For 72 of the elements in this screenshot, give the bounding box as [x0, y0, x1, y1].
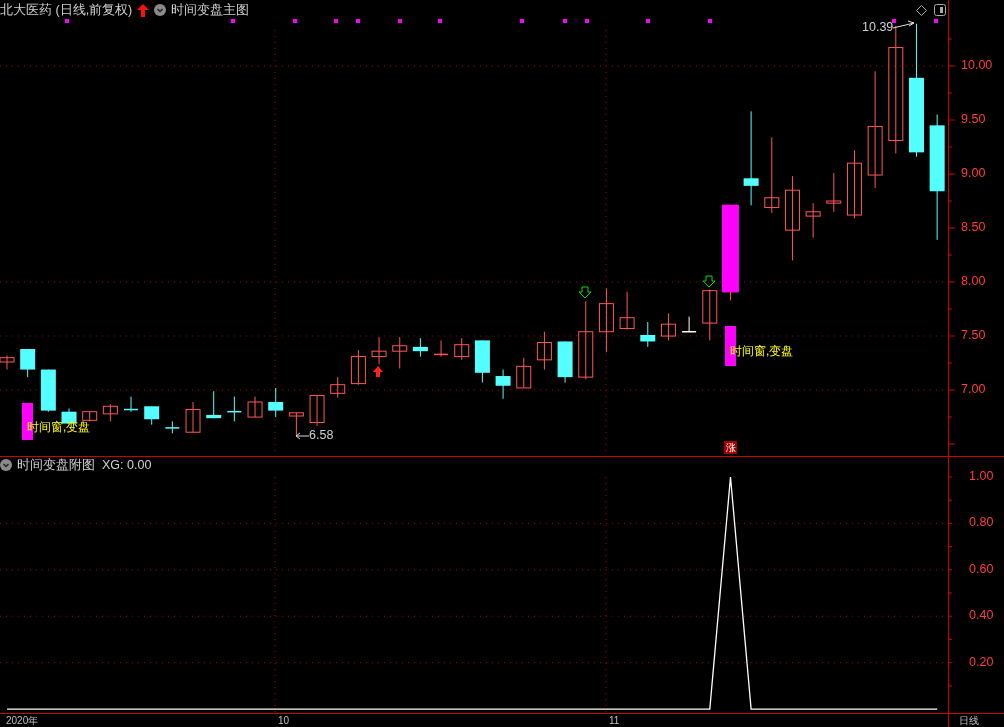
candlestick: [206, 390, 222, 419]
axis-label: 7.00: [961, 382, 986, 398]
candlestick: [247, 396, 263, 418]
chevron-down-icon[interactable]: [0, 459, 12, 471]
pointer-arrow: [892, 20, 915, 29]
axis-label: 0.60: [969, 561, 994, 577]
candlestick: [309, 395, 325, 427]
chevron-down-icon[interactable]: [154, 4, 167, 16]
candlestick: [536, 331, 552, 371]
axis-label: 1.00: [969, 468, 994, 484]
candlestick: [144, 405, 160, 426]
candlestick: [164, 420, 181, 434]
indicator-name[interactable]: 时间变盘主图: [171, 0, 250, 20]
candlestick: [40, 369, 56, 413]
candlestick: [702, 289, 718, 341]
up-badge: 涨: [724, 441, 737, 454]
pointer-arrow: [295, 432, 310, 440]
candlestick: [0, 355, 15, 371]
candlestick: [226, 396, 243, 422]
axis-label: 8.00: [961, 274, 986, 289]
axis-label: 0.20: [969, 654, 994, 670]
candlestick: [846, 149, 862, 219]
axis-label: 9.50: [961, 111, 986, 127]
date-label: 11: [609, 714, 620, 727]
signal-label: 时间窗,变盘: [730, 344, 794, 359]
candlestick: [598, 288, 614, 353]
candlestick: [185, 401, 201, 433]
candlestick: [619, 291, 635, 331]
down-arrow-icon: [702, 275, 716, 288]
series-name: XG: [102, 456, 121, 474]
candlestick: [392, 336, 408, 369]
diamond-icon[interactable]: [916, 5, 927, 16]
candlestick: [20, 348, 36, 378]
date-label: 2020年: [6, 714, 39, 727]
up-arrow-icon: [137, 3, 150, 17]
candlestick: [371, 336, 387, 365]
axis-label: 0.40: [969, 608, 994, 624]
axis-label: 8.50: [961, 220, 986, 235]
indicator-name[interactable]: 时间变盘附图: [17, 455, 95, 475]
period-label: 日线: [959, 714, 979, 727]
down-arrow-icon: [578, 286, 592, 299]
candlestick: [123, 396, 139, 413]
candlestick: [454, 337, 470, 361]
candlestick: [412, 337, 428, 358]
axis-label: 9.00: [961, 165, 986, 181]
candlestick: [82, 411, 98, 422]
signal-label: 时间窗,变盘: [27, 420, 91, 435]
candlestick: [557, 340, 573, 383]
indicator-value: : 0.00: [120, 456, 152, 474]
price-label: 6.58: [309, 428, 334, 443]
chart-title: 北大医药 (日线,前复权): [0, 1, 133, 19]
candlestick: [681, 316, 697, 333]
candlestick: [660, 312, 676, 341]
axis-label: 0.80: [969, 515, 994, 531]
date-label: 10: [278, 714, 290, 727]
candlestick: [102, 403, 118, 422]
candlestick: [330, 376, 346, 399]
panel-toggle-icon[interactable]: [934, 4, 946, 16]
up-arrow-icon: [373, 366, 383, 377]
candlestick: [474, 339, 490, 383]
candlestick: [826, 172, 842, 213]
candlestick: [495, 369, 511, 400]
candlestick: [268, 387, 284, 418]
candlestick: [433, 339, 449, 358]
candlestick: [350, 349, 366, 386]
candlestick: [640, 321, 656, 348]
candlestick: [288, 412, 304, 436]
price-label: 10.39: [862, 20, 894, 35]
candlestick: [516, 357, 532, 389]
candlestick: [805, 202, 821, 239]
axis-label: 7.50: [961, 328, 986, 344]
axis-label: 10.00: [961, 57, 993, 73]
